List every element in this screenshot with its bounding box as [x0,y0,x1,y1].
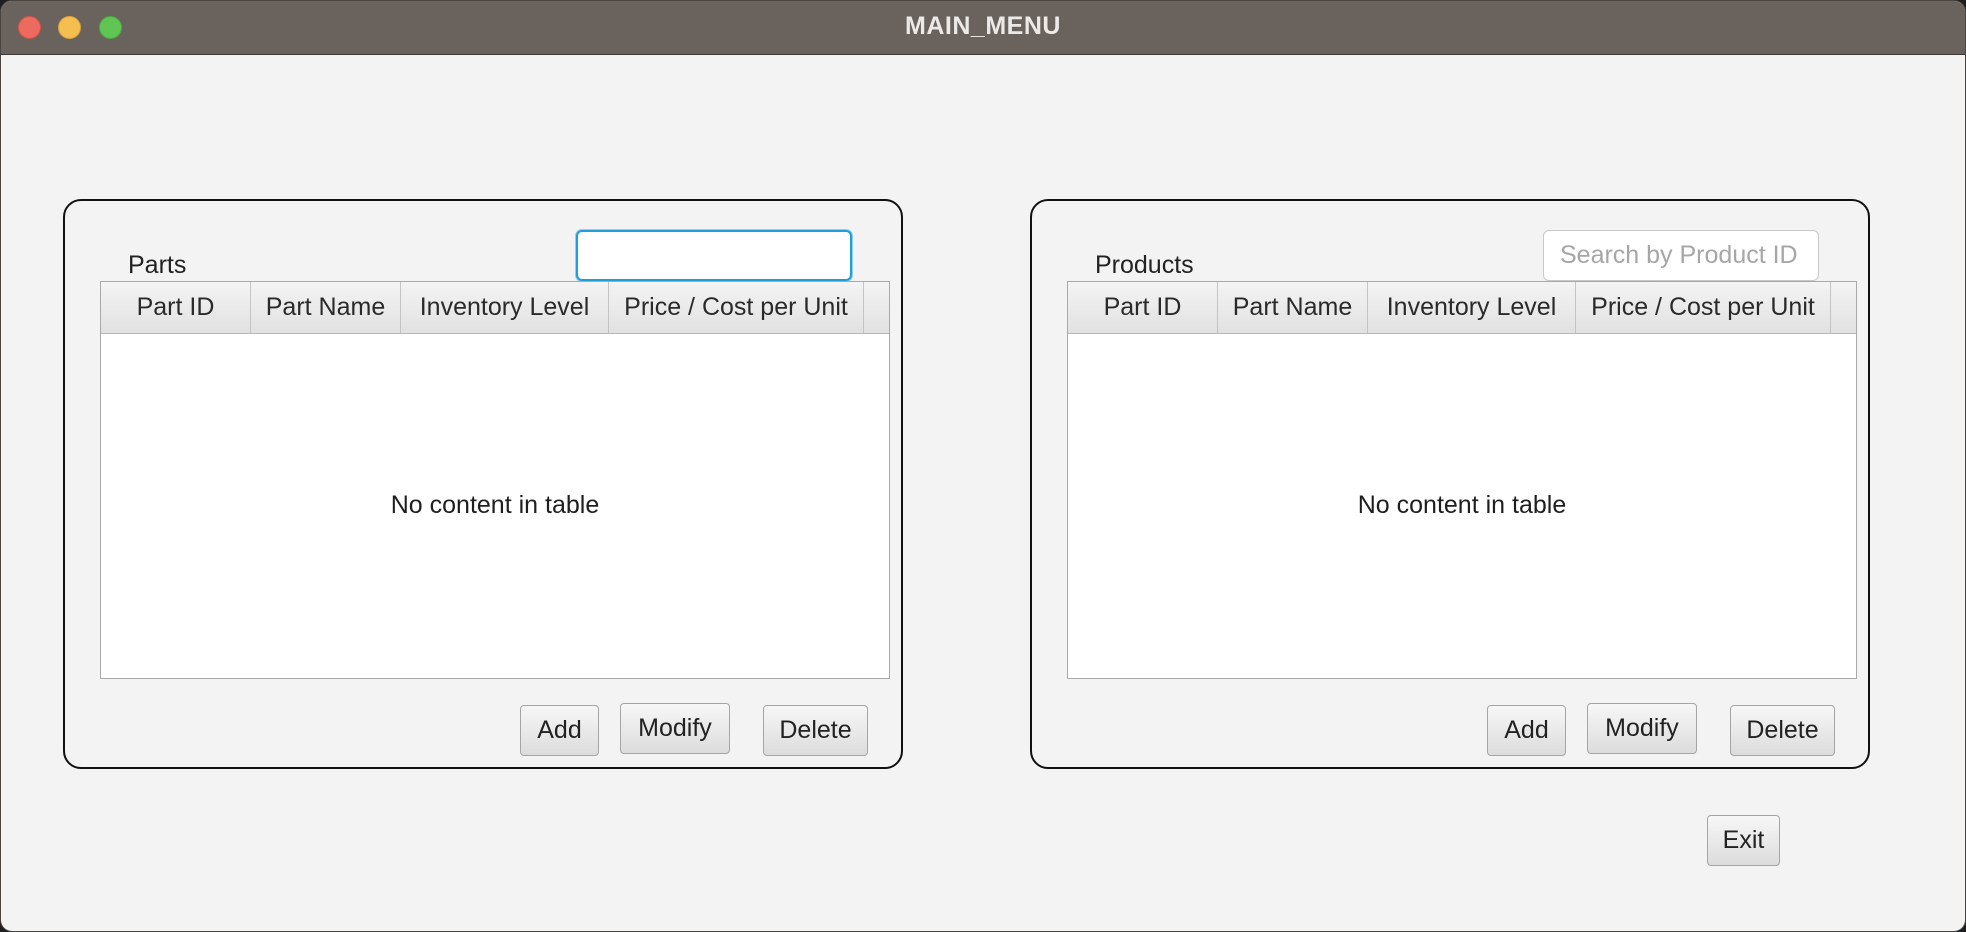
parts-column-filler [864,282,889,333]
products-column-filler [1831,282,1856,333]
title-bar: MAIN_MENU [1,1,1965,55]
products-column-part-id[interactable]: Part ID [1068,282,1218,333]
products-empty-message: No content in table [1357,491,1567,519]
products-column-inventory-level[interactable]: Inventory Level [1368,282,1576,333]
parts-modify-button[interactable]: Modify [620,703,730,754]
parts-delete-button[interactable]: Delete [763,705,868,756]
products-add-button[interactable]: Add [1487,705,1566,756]
products-search-input[interactable] [1543,230,1819,281]
parts-table: Part ID Part Name Inventory Level Price … [100,281,890,679]
main-menu-window: MAIN_MENU Parts Part ID Part Name Invent… [0,0,1966,932]
products-table: Part ID Part Name Inventory Level Price … [1067,281,1857,679]
products-modify-button[interactable]: Modify [1587,703,1697,754]
products-column-part-name[interactable]: Part Name [1218,282,1368,333]
products-panel: Products Part ID Part Name Inventory Lev… [1030,199,1870,769]
parts-column-part-name[interactable]: Part Name [251,282,401,333]
parts-search-input[interactable] [576,230,852,281]
products-column-price[interactable]: Price / Cost per Unit [1576,282,1831,333]
products-table-header: Part ID Part Name Inventory Level Price … [1068,282,1856,334]
products-label: Products [1095,251,1194,279]
parts-panel: Parts Part ID Part Name Inventory Level … [63,199,903,769]
parts-column-inventory-level[interactable]: Inventory Level [401,282,609,333]
exit-button[interactable]: Exit [1707,815,1780,866]
parts-column-price[interactable]: Price / Cost per Unit [609,282,864,333]
window-title: MAIN_MENU [905,12,1061,40]
products-delete-button[interactable]: Delete [1730,705,1835,756]
parts-label: Parts [128,251,187,279]
parts-add-button[interactable]: Add [520,705,599,756]
parts-column-part-id[interactable]: Part ID [101,282,251,333]
parts-table-header: Part ID Part Name Inventory Level Price … [101,282,889,334]
parts-empty-message: No content in table [390,491,600,519]
